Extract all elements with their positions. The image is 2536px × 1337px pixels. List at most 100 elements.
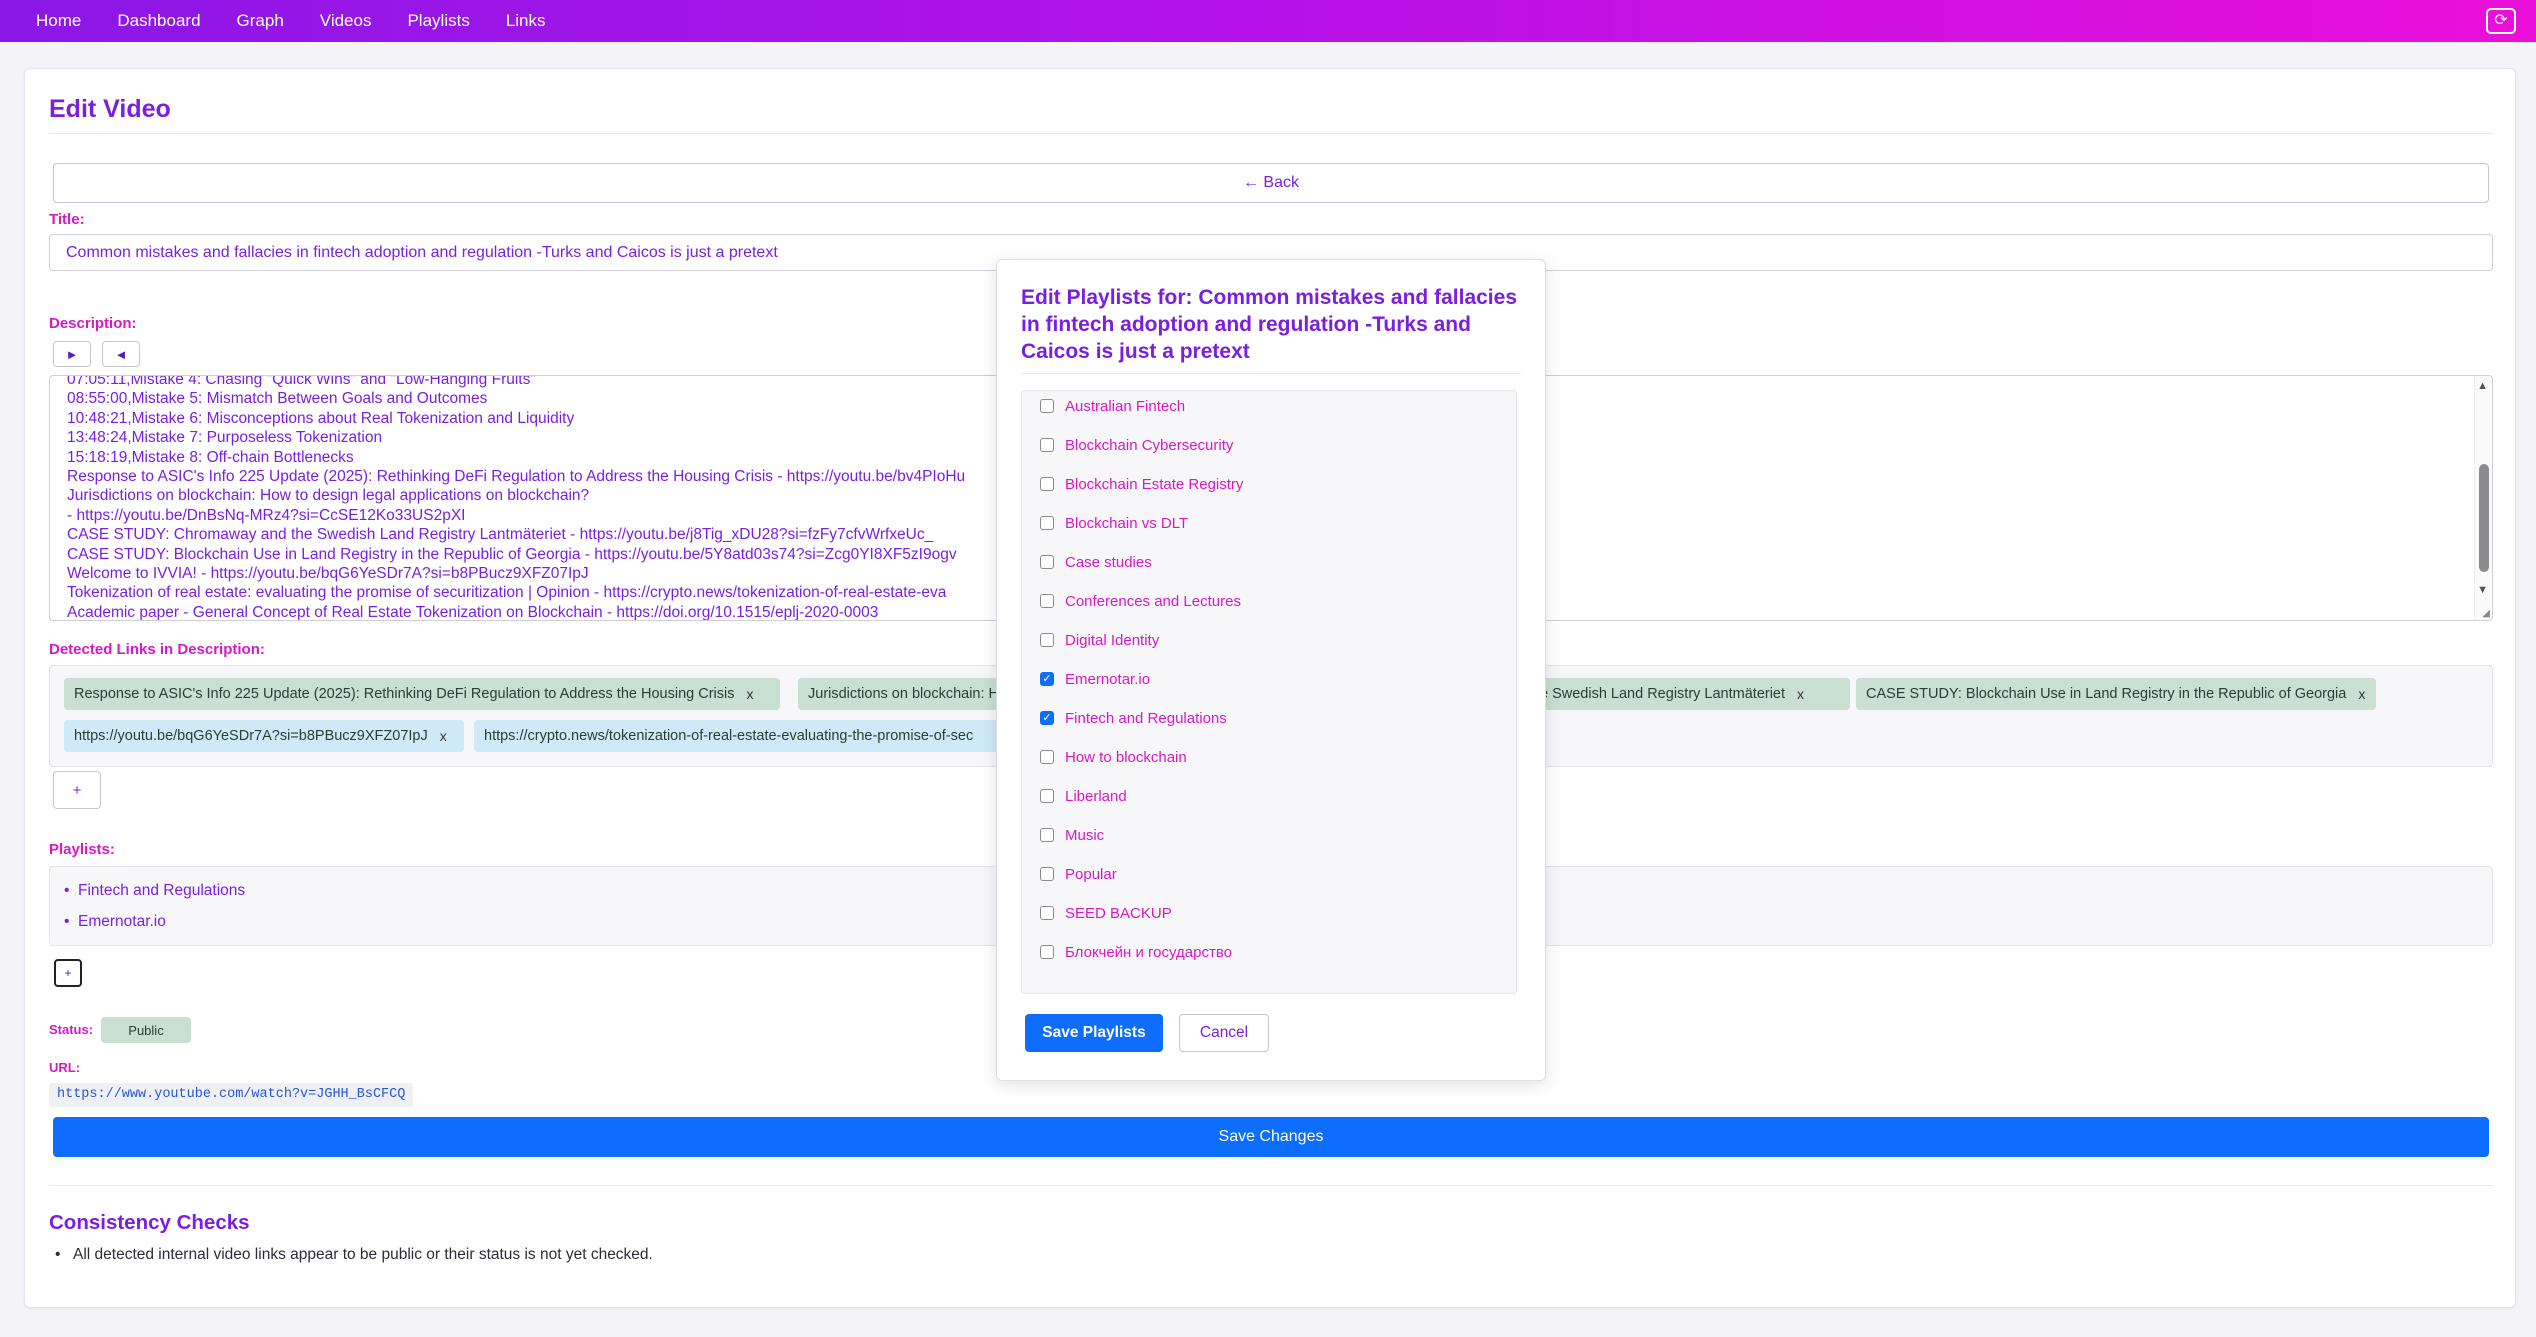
description-line: 15:18:19,Mistake 8: Off-chain Bottleneck… <box>67 448 354 466</box>
refresh-button[interactable]: ⟳ <box>2486 8 2516 34</box>
scroll-up-icon[interactable]: ▲ <box>2477 380 2488 392</box>
playlists-label: Playlists: <box>49 841 115 858</box>
cancel-button[interactable]: Cancel <box>1179 1014 1269 1052</box>
checkbox-icon[interactable] <box>1040 399 1054 413</box>
checkbox-checked-icon[interactable]: ✓ <box>1040 711 1054 725</box>
playlist-option[interactable]: Popular <box>1040 864 1117 884</box>
checkbox-icon[interactable] <box>1040 477 1054 491</box>
description-line: 10:48:21,Mistake 6: Misconceptions about… <box>67 409 575 427</box>
link-chip-label: https://crypto.news/tokenization-of-real… <box>484 728 974 744</box>
description-line: - https://youtu.be/DnBsNq-MRz4?si=CcSE12… <box>67 506 466 524</box>
play-button[interactable]: ► <box>53 341 91 367</box>
page-title: Edit Video <box>49 95 171 123</box>
remove-chip-icon[interactable]: x <box>440 728 447 744</box>
edit-playlists-modal: Edit Playlists for: Common mistakes and … <box>996 259 1546 1081</box>
playlist-option[interactable]: ✓ Emernotar.io <box>1040 669 1150 689</box>
checkbox-icon[interactable] <box>1040 594 1054 608</box>
title-label: Title: <box>49 211 85 228</box>
top-navbar: Home Dashboard Graph Videos Playlists Li… <box>0 0 2536 42</box>
checkbox-icon[interactable] <box>1040 516 1054 530</box>
description-label: Description: <box>49 315 137 332</box>
section-divider <box>49 1185 2493 1186</box>
link-chip-label: e Swedish Land Registry Lantmäteriet <box>1540 686 1786 702</box>
remove-chip-icon[interactable]: x <box>746 686 753 702</box>
playlist-option[interactable]: Блокчейн и государство <box>1040 942 1232 962</box>
description-line: 07:05:11,Mistake 4: Chasing "Quick Wins"… <box>67 375 536 388</box>
description-scrollbar[interactable]: ▲ ▼ <box>2474 376 2492 620</box>
playlist-option-label: Popular <box>1065 865 1117 883</box>
back-button[interactable]: ← Back <box>53 163 2489 203</box>
playlist-option[interactable]: Blockchain Estate Registry <box>1040 474 1243 494</box>
modal-title: Edit Playlists for: Common mistakes and … <box>1021 286 1517 363</box>
reverse-button[interactable]: ◄ <box>102 341 140 367</box>
playlist-option[interactable]: Conferences and Lectures <box>1040 591 1241 611</box>
link-chip-label: Response to ASIC's Info 225 Update (2025… <box>74 686 735 702</box>
playlist-option-label: Conferences and Lectures <box>1065 592 1241 610</box>
playlist-options: Australian Fintech Blockchain Cybersecuri… <box>1021 390 1517 994</box>
scroll-down-icon[interactable]: ▼ <box>2477 584 2488 596</box>
nav-links[interactable]: Links <box>488 0 564 42</box>
checkbox-icon[interactable] <box>1040 438 1054 452</box>
checkbox-icon[interactable] <box>1040 789 1054 803</box>
nav-home[interactable]: Home <box>20 0 99 42</box>
save-playlists-button[interactable]: Save Playlists <box>1025 1014 1163 1052</box>
playlist-option[interactable]: Blockchain vs DLT <box>1040 513 1188 533</box>
playlist-option-label: Blockchain Estate Registry <box>1065 475 1244 493</box>
consistency-title: Consistency Checks <box>49 1211 250 1234</box>
checkbox-checked-icon[interactable]: ✓ <box>1040 672 1054 686</box>
add-link-button[interactable]: + <box>53 771 101 809</box>
playlist-option-label: Fintech and Regulations <box>1065 709 1227 727</box>
playlist-option-label: Case studies <box>1065 553 1152 571</box>
description-line: Jurisdictions on blockchain: How to desi… <box>67 487 590 505</box>
playlist-item: Emernotar.io <box>64 913 166 931</box>
checkbox-icon[interactable] <box>1040 555 1054 569</box>
playlist-option[interactable]: Case studies <box>1040 552 1152 572</box>
resize-grip-icon[interactable]: ◢ <box>2482 608 2490 619</box>
checkbox-icon[interactable] <box>1040 867 1054 881</box>
playlist-option[interactable]: Blockchain Cybersecurity <box>1040 435 1233 455</box>
link-chip[interactable]: e Swedish Land Registry Lantmäteriet x <box>1540 678 1850 710</box>
playlist-option[interactable]: ✓ Fintech and Regulations <box>1040 708 1227 728</box>
link-chip[interactable]: CASE STUDY: Blockchain Use in Land Regis… <box>1856 678 2376 710</box>
checkbox-icon[interactable] <box>1040 828 1054 842</box>
status-label: Status: <box>49 1022 94 1037</box>
scroll-thumb[interactable] <box>2479 464 2489 572</box>
playlist-option[interactable]: Australian Fintech <box>1040 396 1185 416</box>
url-label: URL: <box>49 1060 81 1075</box>
description-line: Academic paper - General Concept of Real… <box>67 603 879 621</box>
playlist-option-label: How to blockchain <box>1065 748 1187 766</box>
playlist-option-label: Blockchain Cybersecurity <box>1065 436 1234 454</box>
description-line: Welcome to IVVIA! - https://youtu.be/bqG… <box>67 565 589 583</box>
playlist-option-label: Blockchain vs DLT <box>1065 514 1189 532</box>
checkbox-icon[interactable] <box>1040 945 1054 959</box>
links-label: Detected Links in Description: <box>49 641 265 658</box>
checkbox-icon[interactable] <box>1040 633 1054 647</box>
playlist-option[interactable]: Music <box>1040 825 1104 845</box>
checkbox-icon[interactable] <box>1040 906 1054 920</box>
playlist-option[interactable]: Liberland <box>1040 786 1127 806</box>
link-chip-label: https://youtu.be/bqG6YeSDr7A?si=b8PBucz9… <box>74 728 428 744</box>
link-chip[interactable]: Response to ASIC's Info 225 Update (2025… <box>64 678 780 710</box>
link-chip[interactable]: https://youtu.be/bqG6YeSDr7A?si=b8PBucz9… <box>64 720 464 752</box>
description-line: Tokenization of real estate: evaluating … <box>67 584 947 602</box>
description-line: 13:48:24,Mistake 7: Purposeless Tokeniza… <box>67 429 383 447</box>
nav-graph[interactable]: Graph <box>219 0 302 42</box>
nav-playlists[interactable]: Playlists <box>389 0 487 42</box>
playlist-option[interactable]: SEED BACKUP <box>1040 903 1172 923</box>
remove-chip-icon[interactable]: x <box>1797 686 1804 702</box>
edit-playlists-button[interactable]: + <box>54 959 82 987</box>
link-chip[interactable]: https://crypto.news/tokenization-of-real… <box>474 720 1022 752</box>
playlist-option[interactable]: How to blockchain <box>1040 747 1187 767</box>
save-changes-button[interactable]: Save Changes <box>53 1117 2489 1157</box>
remove-chip-icon[interactable]: x <box>2358 686 2365 702</box>
playlist-option-label: Music <box>1065 826 1105 844</box>
description-line: CASE STUDY: Chromaway and the Swedish La… <box>67 526 934 544</box>
playlist-option-label: SEED BACKUP <box>1065 904 1172 922</box>
checkbox-icon[interactable] <box>1040 750 1054 764</box>
playlist-option-label: Emernotar.io <box>1065 670 1151 688</box>
nav-videos[interactable]: Videos <box>302 0 390 42</box>
nav-dashboard[interactable]: Dashboard <box>99 0 218 42</box>
link-chip-label: CASE STUDY: Blockchain Use in Land Regis… <box>1866 686 2347 702</box>
playlist-option[interactable]: Digital Identity <box>1040 630 1159 650</box>
consistency-item: All detected internal video links appear… <box>55 1246 653 1264</box>
